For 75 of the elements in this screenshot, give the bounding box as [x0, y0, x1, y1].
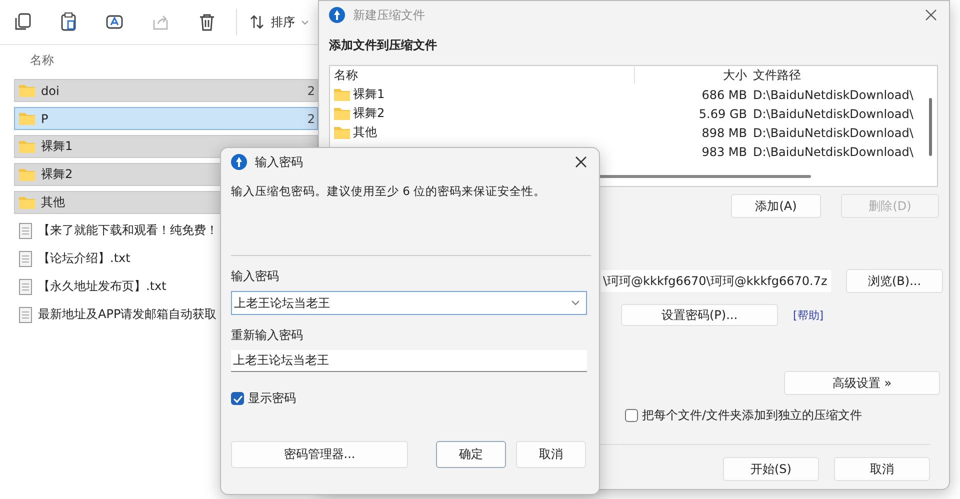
folder-icon: [19, 196, 35, 209]
help-link[interactable]: [帮助]: [793, 308, 824, 322]
section-heading: 添加文件到压缩文件: [329, 37, 438, 54]
file-name: 裸舞1: [41, 138, 74, 155]
document-icon: [19, 306, 32, 322]
cancel-button[interactable]: 取消: [516, 441, 586, 468]
chevron-down-icon: [301, 20, 309, 24]
window-title: 新建压缩文件: [353, 6, 425, 24]
folder-icon: [19, 112, 35, 125]
trash-icon: [197, 12, 217, 32]
file-date: 2: [307, 84, 316, 98]
file-row[interactable]: P 2: [14, 107, 318, 130]
folder-icon: [19, 140, 35, 153]
folder-icon: [19, 84, 35, 97]
copy-icon: [13, 12, 33, 32]
folder-icon: [19, 168, 35, 181]
check-icon: [232, 394, 242, 402]
field-label: 输入密码: [231, 268, 280, 285]
password-field[interactable]: 上老王论坛当老王: [231, 350, 587, 372]
password-dropdown[interactable]: 上老王论坛当老王: [231, 291, 587, 315]
file-date: 2: [307, 112, 316, 126]
size-cell-text: 686 MB: [700, 88, 748, 102]
document-icon: [19, 222, 32, 238]
folder-icon: [334, 126, 350, 139]
field-label: 重新输入密码: [231, 327, 304, 344]
size-cell-text: 5.69 GB: [698, 106, 748, 120]
file-name: 其他: [41, 194, 66, 211]
scrollbar-thumb[interactable]: [929, 98, 932, 156]
file-row[interactable]: doi 2: [14, 79, 318, 102]
app-logo-icon: [329, 7, 345, 23]
column-header[interactable]: 大小: [635, 67, 753, 84]
set-password-button[interactable]: 设置密码(P)...: [621, 304, 778, 326]
file-name: 最新地址及APP请发邮箱自动获取: [38, 306, 218, 323]
close-icon: [925, 9, 937, 21]
path-cell-text: D:\BaiduNetdiskDownload\: [753, 144, 914, 158]
column-header[interactable]: 名称: [334, 67, 635, 84]
file-row[interactable]: 【来了就能下载和观看！纯免费！: [14, 219, 318, 242]
folder-name: 裸舞2: [353, 105, 385, 122]
path-cell-text: D:\BaiduNetdiskDownload\: [753, 126, 914, 140]
add-button[interactable]: 添加(A): [731, 194, 821, 218]
checkbox[interactable]: [231, 392, 244, 405]
path-cell-text: D:\BaiduNetdiskDownload\: [753, 106, 914, 120]
checkbox-label: 显示密码: [248, 390, 296, 407]
path-field[interactable]: \珂珂@kkkfg6670\珂珂@kkkfg6670.7z: [601, 270, 831, 292]
folder-icon: [334, 88, 350, 101]
chevron-down-icon: [571, 300, 580, 306]
checkbox[interactable]: [625, 409, 638, 422]
file-name: doi: [41, 84, 60, 98]
sort-icon: [249, 14, 265, 30]
folder-name: 其他: [353, 124, 377, 141]
password-manager-button[interactable]: 密码管理器...: [231, 441, 408, 468]
browse-button[interactable]: 浏览(B)...: [846, 269, 943, 293]
ok-button[interactable]: 确定: [436, 441, 506, 468]
cancel-button[interactable]: 取消: [834, 457, 930, 481]
column-header[interactable]: 名称: [30, 52, 54, 68]
app-logo-icon: [231, 154, 247, 170]
file-name: P: [41, 112, 50, 126]
file-name: 【永久地址发布页】.txt: [38, 278, 168, 295]
folder-name: 裸舞1: [353, 86, 385, 103]
file-name: 【论坛介绍】.txt: [38, 250, 132, 267]
column-header[interactable]: 文件路径: [753, 67, 921, 84]
close-icon: [575, 156, 587, 168]
start-button[interactable]: 开始(S): [723, 457, 819, 481]
path-cell-text: D:\BaiduNetdiskDownload\: [753, 88, 914, 102]
document-icon: [19, 278, 32, 294]
size-cell-text: 898 MB: [700, 126, 748, 140]
file-name: 【来了就能下载和观看！纯免费！: [38, 222, 219, 239]
folder-icon: [334, 107, 350, 120]
file-row[interactable]: 【论坛介绍】.txt: [14, 247, 318, 270]
advanced-settings-button[interactable]: 高级设置 »: [784, 371, 940, 395]
checkbox-label: 把每个文件/文件夹添加到独立的压缩文件: [642, 407, 862, 424]
document-icon: [19, 250, 32, 266]
file-name: 裸舞2: [41, 166, 74, 183]
size-cell-text: 983 MB: [700, 144, 748, 158]
sort-button[interactable]: 排序: [247, 10, 311, 34]
